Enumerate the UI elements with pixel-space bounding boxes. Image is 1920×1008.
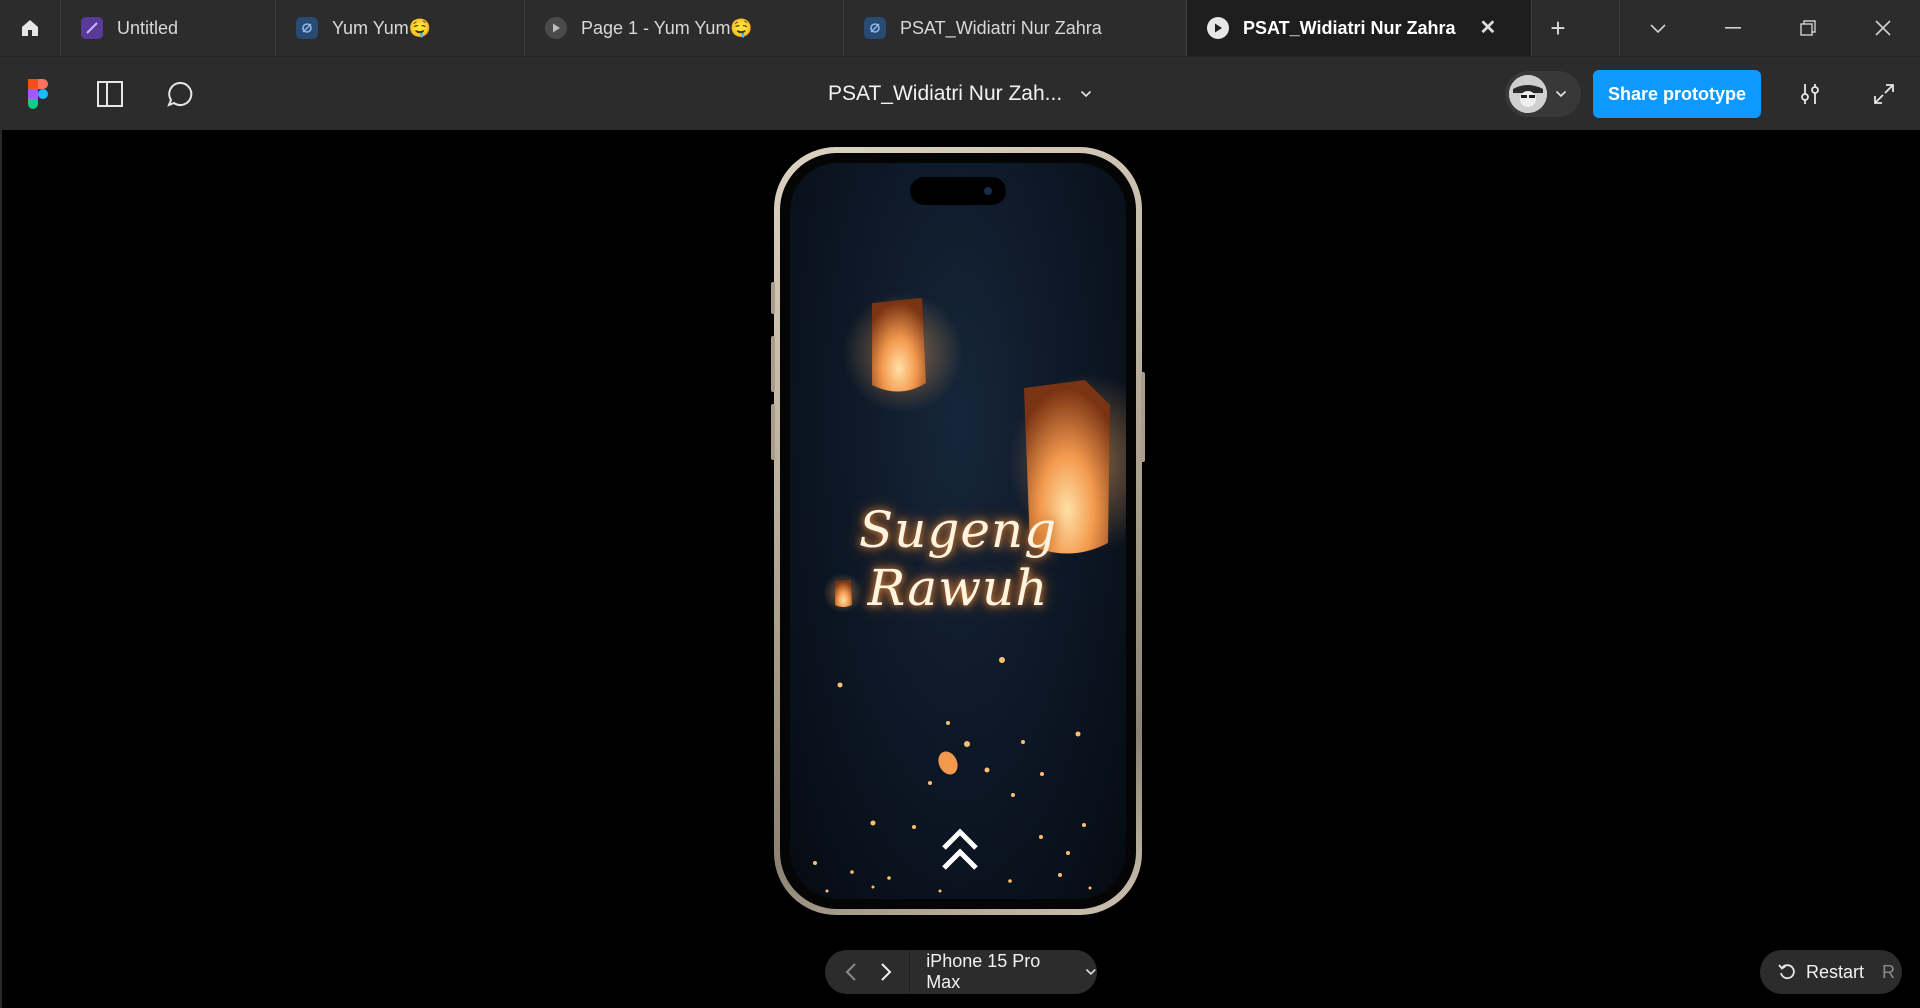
- figma-menu-button[interactable]: [18, 57, 58, 130]
- sidebar-icon: [97, 80, 123, 107]
- chevron-left-icon: [845, 963, 856, 981]
- swipe-up-chevrons-icon[interactable]: [940, 828, 980, 872]
- action-button: [771, 282, 775, 314]
- new-tab-button[interactable]: +: [1532, 0, 1584, 56]
- file-title-dropdown[interactable]: PSAT_Widiatri Nur Zah...: [828, 57, 1092, 130]
- tab-label: PSAT_Widiatri Nur Zahra: [900, 17, 1102, 38]
- home-button[interactable]: [0, 0, 61, 56]
- close-window-button[interactable]: [1845, 0, 1920, 56]
- device-selector[interactable]: iPhone 15 Pro Max: [910, 951, 1097, 993]
- device-label: iPhone 15 Pro Max: [926, 951, 1041, 992]
- figma-file-blue-icon: [296, 17, 318, 39]
- tab-yum-yum[interactable]: Yum Yum🤤: [276, 0, 525, 56]
- minimize-button[interactable]: [1695, 0, 1770, 56]
- device-frame: Sugeng Rawuh: [774, 147, 1142, 915]
- figma-file-blue-icon: [864, 17, 886, 39]
- figma-logo-icon: [28, 78, 48, 109]
- chevron-right-icon: [880, 963, 892, 981]
- tab-untitled[interactable]: Untitled: [61, 0, 276, 56]
- chevron-down-icon: [1649, 24, 1666, 34]
- tab-label: Page 1 - Yum Yum🤤: [581, 17, 753, 38]
- comment-icon: [167, 81, 193, 107]
- prototype-screen[interactable]: Sugeng Rawuh: [790, 163, 1126, 899]
- chevron-down-icon: [1081, 90, 1092, 97]
- volume-up-button: [771, 336, 775, 392]
- next-frame-button[interactable]: [868, 950, 903, 994]
- tab-psat-prototype[interactable]: PSAT_Widiatri Nur Zahra ✕: [1187, 0, 1532, 56]
- chevron-down-icon: [1555, 90, 1567, 98]
- comments-button[interactable]: [160, 57, 200, 130]
- play-prototype-icon: [1207, 17, 1229, 39]
- plus-icon: +: [1550, 12, 1566, 43]
- figma-file-purple-icon: [81, 17, 103, 39]
- tab-spacer: [1584, 0, 1619, 56]
- restart-icon: [1778, 964, 1795, 980]
- close-icon: [1874, 20, 1891, 36]
- restart-shortcut: R: [1882, 961, 1896, 982]
- device-bezel: Sugeng Rawuh: [780, 153, 1136, 909]
- restore-icon: [1799, 20, 1816, 36]
- prototype-toolbar: PSAT_Widiatri Nur Zah... Share prototype: [0, 56, 1920, 131]
- prototype-navigation: iPhone 15 Pro Max: [825, 950, 1097, 994]
- toggle-sidebar-button[interactable]: [90, 57, 130, 130]
- volume-down-button: [771, 404, 775, 460]
- user-menu[interactable]: [1505, 71, 1581, 117]
- previous-frame-button[interactable]: [833, 950, 868, 994]
- share-prototype-button[interactable]: Share prototype: [1593, 70, 1761, 118]
- home-icon: [22, 20, 38, 36]
- welcome-heading: Sugeng Rawuh: [858, 501, 1058, 617]
- file-title: PSAT_Widiatri Nur Zah...: [828, 81, 1063, 105]
- close-tab-icon[interactable]: ✕: [1480, 18, 1497, 38]
- camera-dot: [984, 187, 992, 195]
- tab-list-button[interactable]: [1619, 0, 1695, 56]
- tab-label: Untitled: [117, 17, 179, 38]
- tab-page1-yum-yum[interactable]: Page 1 - Yum Yum🤤: [525, 0, 844, 56]
- play-prototype-icon: [545, 17, 567, 39]
- power-button: [1141, 372, 1145, 462]
- restart-label: Restart: [1806, 961, 1865, 982]
- tab-label: PSAT_Widiatri Nur Zahra: [1243, 17, 1456, 38]
- tab-psat-file[interactable]: PSAT_Widiatri Nur Zahra: [844, 0, 1187, 56]
- tab-bar: Untitled Yum Yum🤤 Page 1 - Yum Yum🤤 PSAT…: [0, 0, 1920, 56]
- restart-button[interactable]: Restart R: [1760, 950, 1902, 994]
- tab-label: Yum Yum🤤: [332, 17, 432, 38]
- dynamic-island: [910, 177, 1006, 205]
- expand-icon: [1874, 83, 1894, 104]
- minimize-icon: [1724, 27, 1741, 29]
- settings-sliders-icon: [1801, 83, 1819, 104]
- chevron-down-icon: [1086, 969, 1097, 976]
- restore-button[interactable]: [1770, 0, 1845, 56]
- avatar: [1509, 75, 1547, 113]
- fullscreen-button[interactable]: [1864, 57, 1904, 130]
- prototype-settings-button[interactable]: [1790, 57, 1830, 130]
